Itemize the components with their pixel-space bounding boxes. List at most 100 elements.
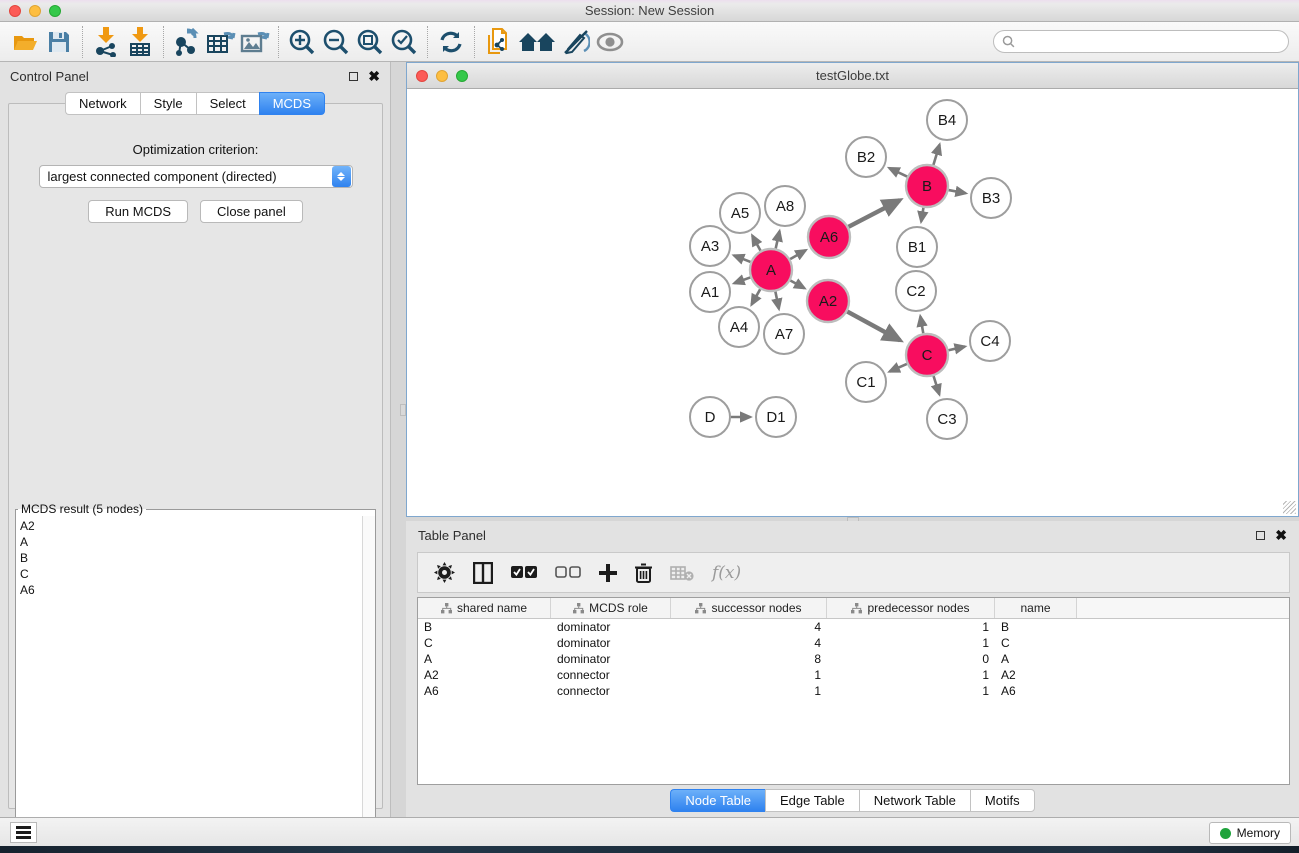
result-item[interactable]: A [20, 534, 375, 550]
optimization-criterion-select[interactable]: largest connected component (directed) [39, 165, 353, 188]
export-table-icon[interactable] [204, 26, 238, 58]
edge-B-B3[interactable] [949, 190, 966, 193]
table-row[interactable]: Adominator80A [418, 651, 1289, 667]
float-panel-icon[interactable] [349, 72, 358, 81]
zoom-out-icon[interactable] [319, 26, 353, 58]
zoom-selected-icon[interactable] [387, 26, 421, 58]
tab-mcds[interactable]: MCDS [259, 92, 325, 115]
cell-successor-nodes[interactable]: 4 [671, 636, 827, 650]
close-panel-icon[interactable]: ✖ [368, 72, 380, 81]
edge-C-C1[interactable] [890, 364, 907, 372]
import-network-icon[interactable] [89, 26, 123, 58]
edge-A-A8[interactable] [776, 231, 780, 248]
node-A2[interactable]: A2 [807, 280, 849, 322]
result-scrollbar[interactable] [362, 516, 375, 837]
cell-MCDS-role[interactable]: dominator [551, 620, 671, 634]
node-C[interactable]: C [906, 334, 948, 376]
eye-icon[interactable] [593, 26, 627, 58]
node-A6[interactable]: A6 [808, 216, 850, 258]
mcds-result-list[interactable]: A2ABCA6 [16, 516, 375, 837]
tab-edge-table[interactable]: Edge Table [765, 789, 859, 812]
cell-successor-nodes[interactable]: 8 [671, 652, 827, 666]
cell-MCDS-role[interactable]: connector [551, 668, 671, 682]
node-C2[interactable]: C2 [896, 271, 936, 311]
select-all-checks-icon[interactable] [511, 566, 537, 579]
refresh-icon[interactable] [434, 26, 468, 58]
cell-name[interactable]: A6 [995, 684, 1077, 698]
cell-shared-name[interactable]: B [418, 620, 551, 634]
edge-A-A4[interactable] [752, 289, 761, 304]
node-B1[interactable]: B1 [897, 227, 937, 267]
export-image-icon[interactable] [238, 26, 272, 58]
settings-gear-icon[interactable] [434, 562, 455, 583]
tab-style[interactable]: Style [140, 92, 196, 115]
column-header-shared-name[interactable]: shared name [418, 598, 551, 618]
edge-A-A1[interactable] [734, 277, 750, 283]
column-header-predecessor-nodes[interactable]: predecessor nodes [827, 598, 995, 618]
cell-MCDS-role[interactable]: dominator [551, 636, 671, 650]
memory-button[interactable]: Memory [1209, 822, 1291, 844]
save-session-icon[interactable] [42, 26, 76, 58]
deselect-checks-icon[interactable] [555, 566, 581, 579]
node-A5[interactable]: A5 [720, 193, 760, 233]
cell-predecessor-nodes[interactable]: 1 [827, 620, 995, 634]
node-C1[interactable]: C1 [846, 362, 886, 402]
task-history-button[interactable] [10, 822, 37, 843]
cell-predecessor-nodes[interactable]: 1 [827, 684, 995, 698]
tab-network[interactable]: Network [65, 92, 140, 115]
tab-network-table[interactable]: Network Table [859, 789, 970, 812]
open-session-icon[interactable] [8, 26, 42, 58]
edge-A-A7[interactable] [775, 292, 779, 309]
edge-C-C3[interactable] [934, 376, 940, 394]
cell-MCDS-role[interactable]: connector [551, 684, 671, 698]
node-D[interactable]: D [690, 397, 730, 437]
edge-A-A2[interactable] [790, 281, 804, 289]
tab-motifs[interactable]: Motifs [970, 789, 1035, 812]
result-item[interactable]: C [20, 566, 375, 582]
cell-name[interactable]: A2 [995, 668, 1077, 682]
table-row[interactable]: Bdominator41B [418, 619, 1289, 635]
result-item[interactable]: A2 [20, 518, 375, 534]
cell-name[interactable]: A [995, 652, 1077, 666]
cell-name[interactable]: B [995, 620, 1077, 634]
node-A4[interactable]: A4 [719, 307, 759, 347]
node-A7[interactable]: A7 [764, 314, 804, 354]
node-A[interactable]: A [750, 249, 792, 291]
table-header-row[interactable]: shared nameMCDS rolesuccessor nodesprede… [418, 598, 1289, 619]
node-C4[interactable]: C4 [970, 321, 1010, 361]
left-scroll-handle[interactable] [400, 404, 406, 416]
edge-A2-C[interactable] [847, 312, 900, 341]
node-A1[interactable]: A1 [690, 272, 730, 312]
search-field[interactable] [993, 30, 1289, 53]
node-table[interactable]: shared nameMCDS rolesuccessor nodesprede… [417, 597, 1290, 785]
edge-A6-B[interactable] [849, 200, 900, 227]
edge-B-B1[interactable] [921, 208, 923, 222]
close-table-panel-icon[interactable]: ✖ [1275, 531, 1287, 540]
node-C3[interactable]: C3 [927, 399, 967, 439]
cell-shared-name[interactable]: C [418, 636, 551, 650]
column-header-name[interactable]: name [995, 598, 1077, 618]
annotations-toggle-icon[interactable] [559, 26, 593, 58]
result-item[interactable]: A6 [20, 582, 375, 598]
table-row[interactable]: A6connector11A6 [418, 683, 1289, 699]
delete-column-icon[interactable] [635, 563, 652, 583]
edge-A-A5[interactable] [752, 236, 760, 251]
cell-predecessor-nodes[interactable]: 1 [827, 636, 995, 650]
node-B3[interactable]: B3 [971, 178, 1011, 218]
cell-predecessor-nodes[interactable]: 1 [827, 668, 995, 682]
table-row[interactable]: Cdominator41C [418, 635, 1289, 651]
home-icon[interactable] [515, 26, 559, 58]
node-A3[interactable]: A3 [690, 226, 730, 266]
cell-shared-name[interactable]: A6 [418, 684, 551, 698]
cell-successor-nodes[interactable]: 1 [671, 684, 827, 698]
float-table-panel-icon[interactable] [1256, 531, 1265, 540]
tab-select[interactable]: Select [196, 92, 259, 115]
edge-C-C4[interactable] [948, 347, 964, 351]
column-layout-icon[interactable] [473, 562, 493, 584]
close-panel-button[interactable]: Close panel [200, 200, 303, 223]
node-A8[interactable]: A8 [765, 186, 805, 226]
delete-table-icon[interactable] [670, 565, 694, 581]
cell-predecessor-nodes[interactable]: 0 [827, 652, 995, 666]
node-B[interactable]: B [906, 165, 948, 207]
duplicate-network-icon[interactable] [481, 26, 515, 58]
